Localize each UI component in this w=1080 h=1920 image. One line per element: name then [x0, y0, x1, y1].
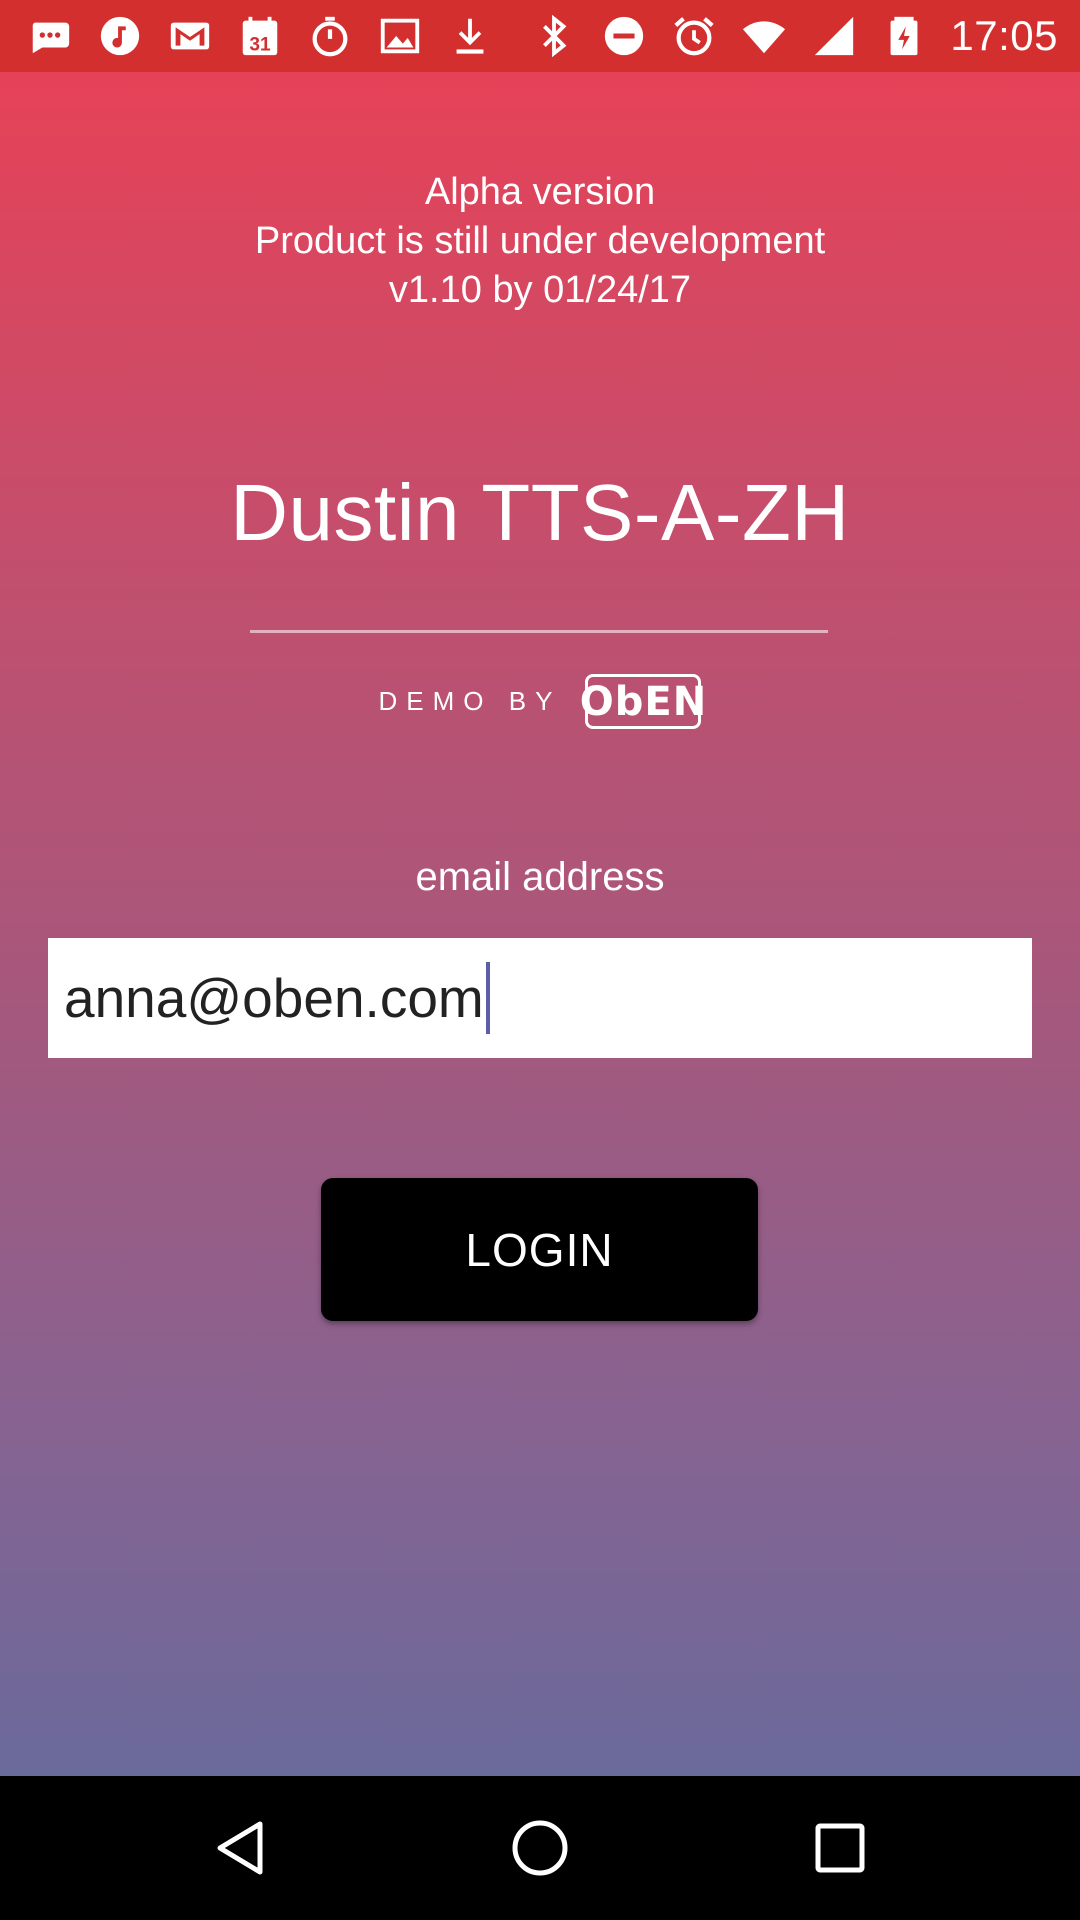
calendar-icon: 31 — [236, 12, 284, 60]
title-divider — [250, 630, 828, 633]
notice-line-1: Alpha version — [424, 171, 656, 213]
status-bar: 31 17:05 — [0, 0, 1080, 72]
clock-time: 17:05 — [950, 12, 1058, 59]
oben-logo: ObEN — [580, 674, 706, 729]
alarm-icon — [670, 12, 718, 60]
back-button[interactable] — [204, 1812, 276, 1884]
music-icon — [96, 12, 144, 60]
bluetooth-icon — [530, 12, 578, 60]
back-icon — [217, 1821, 263, 1875]
text-cursor — [485, 962, 490, 1034]
download-icon — [446, 12, 494, 60]
email-label: email address — [415, 855, 665, 899]
battery-charging-icon — [880, 12, 928, 60]
notification-icons: 31 — [0, 12, 494, 60]
email-value: anna@oben.com — [64, 967, 484, 1029]
app-screen: 31 17:05 Alpha version Product is still … — [0, 0, 1080, 1920]
system-icons: 17:05 — [530, 12, 1080, 60]
email-field[interactable]: anna@oben.com — [48, 938, 1032, 1058]
version-notice: Alpha version Product is still under dev… — [0, 168, 1080, 315]
cell-signal-icon — [810, 12, 858, 60]
gmail-icon — [166, 12, 214, 60]
home-icon — [512, 1820, 568, 1876]
demo-by-label: DEMO BY — [378, 686, 562, 716]
message-icon — [26, 12, 74, 60]
recent-apps-icon — [815, 1823, 865, 1873]
navigation-bar — [0, 1776, 1080, 1920]
wifi-icon — [740, 12, 788, 60]
do-not-disturb-icon — [600, 12, 648, 60]
app-title: Dustin TTS-A-ZH — [230, 468, 850, 557]
home-button[interactable] — [504, 1812, 576, 1884]
calendar-day: 31 — [249, 34, 271, 55]
image-icon — [376, 12, 424, 60]
timer-icon — [306, 12, 354, 60]
demo-by-row: DEMO BY ObEN — [0, 674, 1080, 729]
notice-line-2: Product is still under development — [254, 220, 826, 262]
notice-line-3: v1.10 by 01/24/17 — [388, 269, 692, 311]
login-button[interactable]: LOGIN — [321, 1178, 758, 1321]
login-screen: Alpha version Product is still under dev… — [0, 72, 1080, 1776]
recent-apps-button[interactable] — [804, 1812, 876, 1884]
